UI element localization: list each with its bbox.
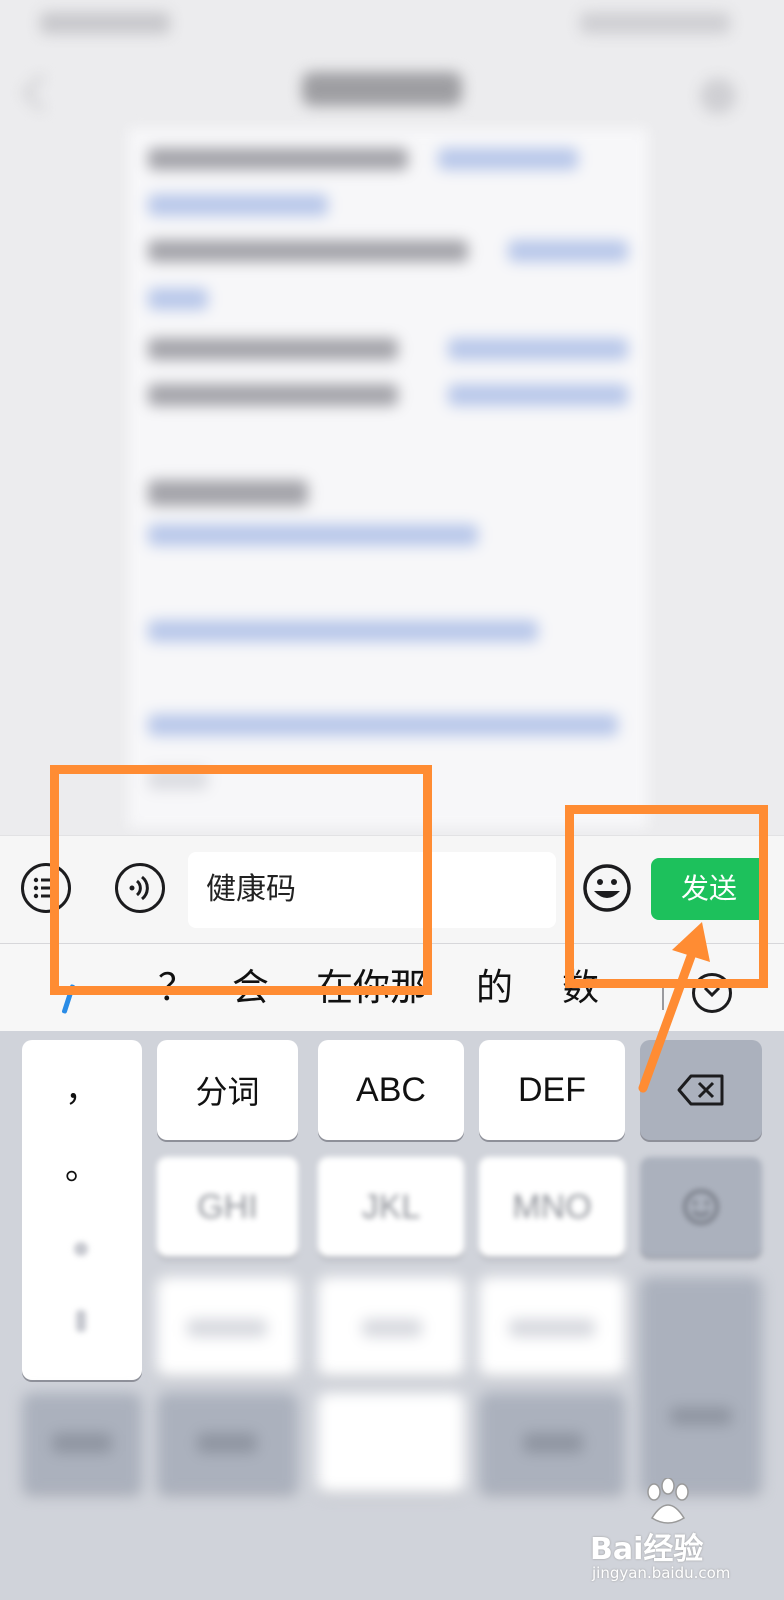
baidu-jingyan-watermark: Bai经验 jingyan.baidu.com [590,1478,770,1588]
annotation-arrow [638,922,710,1093]
watermark-domain: jingyan.baidu.com [592,1564,731,1582]
chat-screen: 健康码 发送 ？ 会 在你那 的 数 ， 。 分词 ABC DEF GHI JK… [0,0,784,1600]
watermark-brand: Bai经验 [590,1532,704,1567]
paw-icon [647,1478,689,1524]
